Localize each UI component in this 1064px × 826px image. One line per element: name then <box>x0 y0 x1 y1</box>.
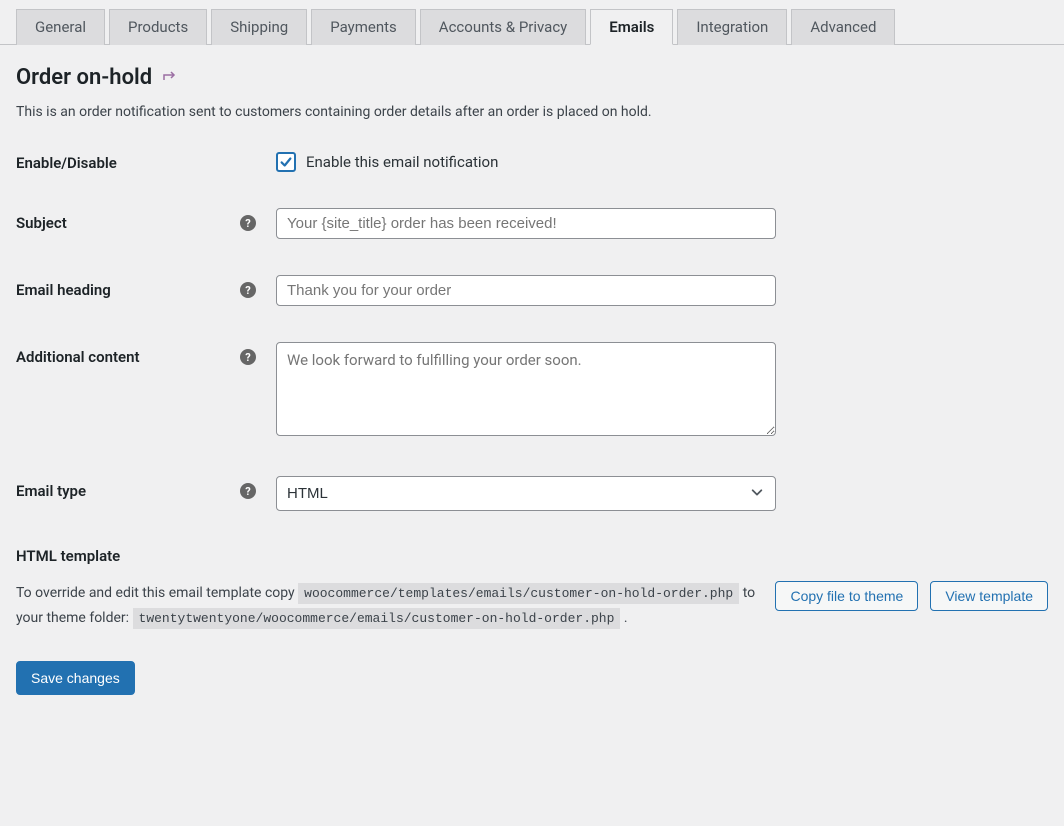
settings-form: Enable/Disable Enable this email notific… <box>16 148 1048 511</box>
label-subject: Subject <box>16 214 240 232</box>
tab-general[interactable]: General <box>16 9 105 45</box>
email-heading-input[interactable] <box>276 275 776 306</box>
help-icon[interactable]: ? <box>240 215 256 231</box>
help-icon[interactable]: ? <box>240 282 256 298</box>
template-instructions: To override and edit this email template… <box>16 581 755 631</box>
help-icon[interactable]: ? <box>240 349 256 365</box>
page-title: Order on-hold <box>16 65 1048 90</box>
help-icon[interactable]: ? <box>240 483 256 499</box>
view-template-button[interactable]: View template <box>930 581 1048 611</box>
page-title-text: Order on-hold <box>16 65 152 90</box>
back-link-icon[interactable] <box>162 68 178 87</box>
template-section: To override and edit this email template… <box>16 581 1048 631</box>
tab-payments[interactable]: Payments <box>311 9 416 45</box>
tab-advanced[interactable]: Advanced <box>791 9 895 45</box>
email-type-select[interactable]: HTML <box>276 476 776 511</box>
label-email-type: Email type <box>16 482 240 500</box>
tab-emails[interactable]: Emails <box>590 9 673 45</box>
row-enable-disable: Enable/Disable Enable this email notific… <box>16 148 1048 172</box>
row-subject: Subject ? <box>16 208 1048 239</box>
label-enable-disable: Enable/Disable <box>16 154 256 172</box>
html-template-heading: HTML template <box>16 547 1048 565</box>
tab-accounts-privacy[interactable]: Accounts & Privacy <box>420 9 586 45</box>
label-additional-content: Additional content <box>16 348 240 366</box>
page-description: This is an order notification sent to cu… <box>16 104 1048 120</box>
enable-checkbox-label: Enable this email notification <box>306 153 498 171</box>
template-dest-path: twentytwentyone/woocommerce/emails/custo… <box>133 608 621 629</box>
save-changes-button[interactable]: Save changes <box>16 661 135 695</box>
template-source-path: woocommerce/templates/emails/customer-on… <box>298 583 739 604</box>
settings-content: Order on-hold This is an order notificat… <box>0 45 1064 715</box>
copy-file-button[interactable]: Copy file to theme <box>775 581 918 611</box>
subject-input[interactable] <box>276 208 776 239</box>
tab-integration[interactable]: Integration <box>677 9 787 45</box>
label-email-heading: Email heading <box>16 281 240 299</box>
enable-checkbox[interactable] <box>276 152 296 172</box>
row-additional-content: Additional content ? We look forward to … <box>16 342 1048 440</box>
row-email-type: Email type ? HTML <box>16 476 1048 511</box>
additional-content-textarea[interactable]: We look forward to fulfilling your order… <box>276 342 776 436</box>
tab-products[interactable]: Products <box>109 9 207 45</box>
settings-tabs: General Products Shipping Payments Accou… <box>0 0 1064 45</box>
row-email-heading: Email heading ? <box>16 275 1048 306</box>
tab-shipping[interactable]: Shipping <box>211 9 307 45</box>
